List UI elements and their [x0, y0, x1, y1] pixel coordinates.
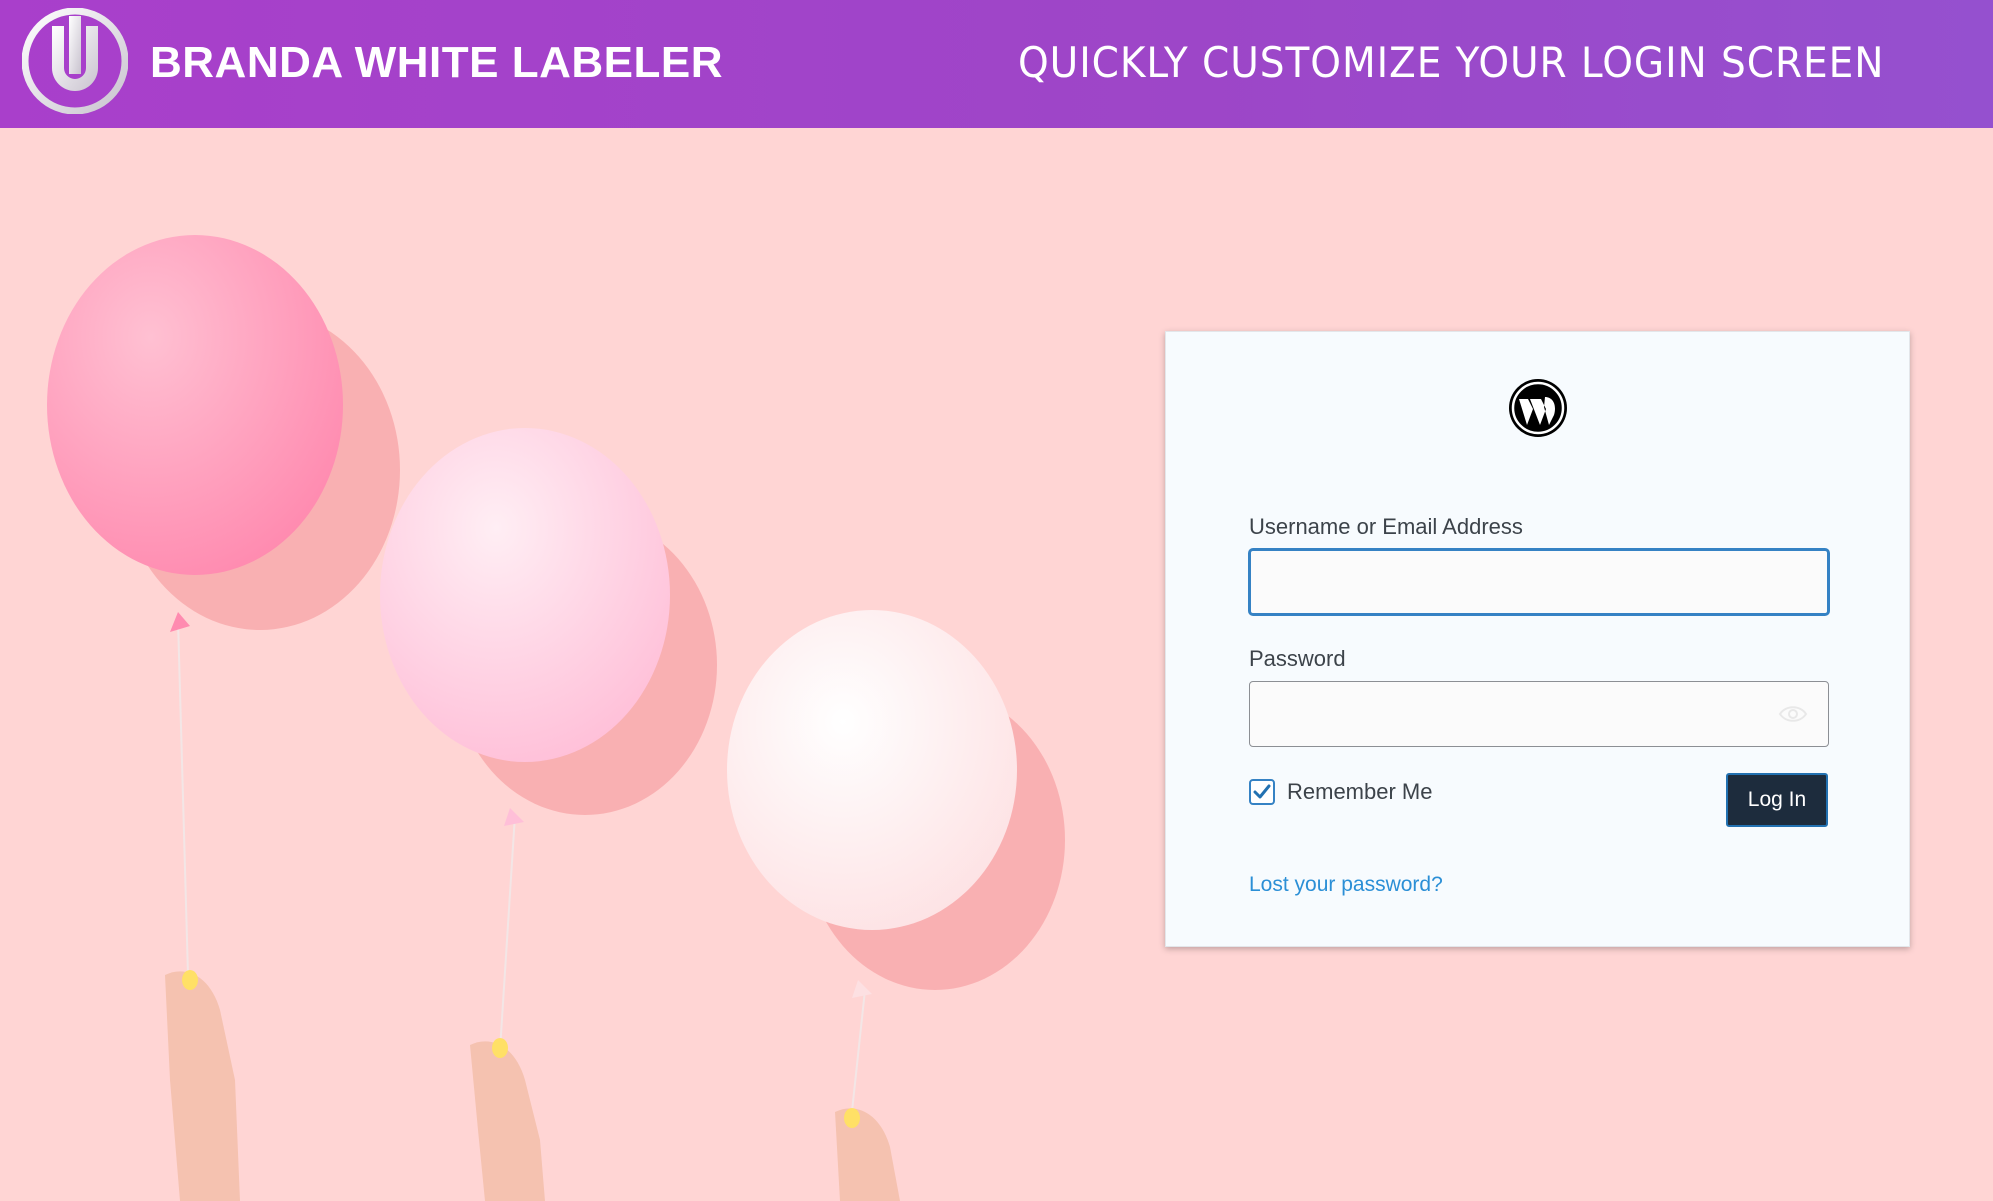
- login-button[interactable]: Log In: [1726, 773, 1828, 827]
- wordpress-logo-icon[interactable]: [1507, 377, 1569, 439]
- password-label: Password: [1249, 646, 1346, 671]
- brand-name: BRANDA WHITE LABELER: [150, 38, 723, 87]
- header-banner: BRANDA WHITE LABELER QUICKLY CUSTOMIZE Y…: [0, 0, 1993, 128]
- username-label: Username or Email Address: [1249, 514, 1523, 539]
- branda-logo-icon: [22, 8, 128, 114]
- username-input[interactable]: [1249, 549, 1829, 615]
- banner-tagline: QUICKLY CUSTOMIZE YOUR LOGIN SCREEN: [1018, 38, 1885, 87]
- login-form: Username or Email Address Password Remem…: [1165, 331, 1910, 947]
- checkmark-icon: [1253, 784, 1271, 799]
- eye-icon[interactable]: [1778, 700, 1808, 728]
- password-input[interactable]: [1249, 681, 1829, 747]
- lost-password-link[interactable]: Lost your password?: [1249, 873, 1443, 897]
- remember-me-label[interactable]: Remember Me: [1287, 779, 1432, 805]
- remember-me-checkbox[interactable]: [1249, 779, 1275, 805]
